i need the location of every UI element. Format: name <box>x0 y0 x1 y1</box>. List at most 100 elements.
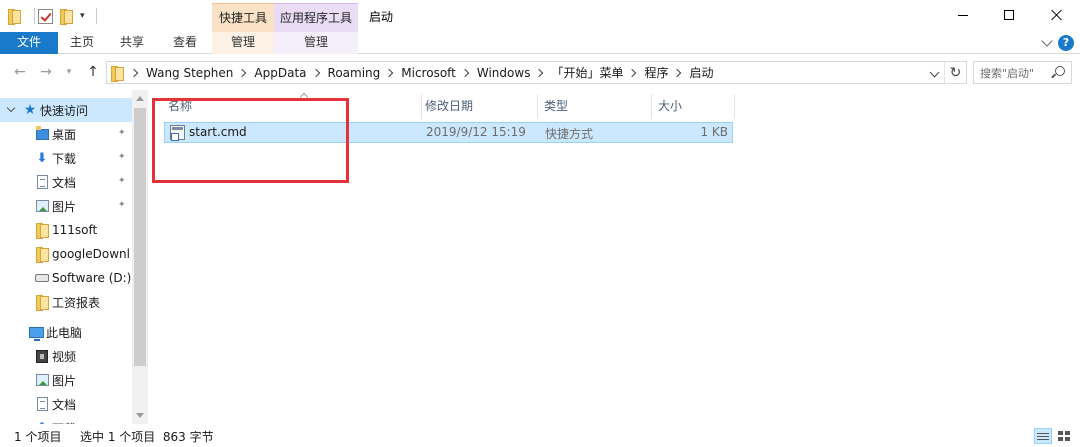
nav-item-videos[interactable]: 视频 <box>0 344 132 368</box>
chevron-right-icon[interactable] <box>460 68 470 77</box>
maximize-icon <box>1004 10 1014 20</box>
address-bar[interactable]: Wang Stephen AppData Roaming Microsoft W… <box>106 61 967 84</box>
close-button[interactable] <box>1034 0 1080 30</box>
nav-item-111soft[interactable]: 111soft <box>0 218 132 242</box>
computer-icon <box>28 324 44 341</box>
chevron-right-icon[interactable] <box>129 68 139 77</box>
chevron-right-icon[interactable] <box>628 68 637 77</box>
column-header-size[interactable]: 大小 <box>652 94 735 119</box>
breadcrumb-item[interactable]: Roaming <box>328 66 381 80</box>
chevron-right-icon[interactable] <box>311 68 320 77</box>
breadcrumb-item[interactable]: AppData <box>254 66 306 80</box>
nav-item-googledownl[interactable]: googleDownl <box>0 242 132 266</box>
chevron-right-icon[interactable] <box>673 68 682 77</box>
arrow-right-icon: → <box>40 64 52 80</box>
refresh-icon: ↻ <box>949 64 962 81</box>
file-list: 名称 修改日期 类型 大小 start.cmd 2019/9/12 15:19 … <box>148 90 1080 424</box>
new-folder-icon[interactable] <box>60 9 73 25</box>
file-size: 1 KB <box>700 125 728 139</box>
breadcrumb-item[interactable]: 「开始」菜单 <box>551 64 623 81</box>
breadcrumb-item[interactable]: Wang Stephen <box>146 66 233 80</box>
tab-share[interactable]: 共享 <box>106 32 158 54</box>
toolbar-divider <box>96 8 97 24</box>
file-modified: 2019/9/12 15:19 <box>426 125 526 139</box>
picture-icon <box>34 372 50 388</box>
nav-item-salary-report[interactable]: 工资报表 <box>0 290 132 314</box>
tab-manage-app[interactable]: 管理 <box>274 32 358 54</box>
address-row: ← → ▾ ↑ Wang Stephen AppData Roaming Mic… <box>0 54 1080 90</box>
folder-icon <box>34 222 50 239</box>
chevron-right-icon[interactable] <box>535 68 544 77</box>
nav-label: 111soft <box>52 223 98 237</box>
scroll-down-icon[interactable] <box>136 413 144 418</box>
tab-home[interactable]: 主页 <box>58 32 106 54</box>
column-header-modified[interactable]: 修改日期 <box>419 94 538 119</box>
nav-label: 文档 <box>52 175 77 190</box>
search-input[interactable]: 搜索"启动" <box>973 61 1072 84</box>
breadcrumb-item[interactable]: Windows <box>477 66 531 80</box>
nav-label: Software (D:) <box>52 271 132 285</box>
properties-check-icon[interactable] <box>38 8 53 24</box>
recent-locations-button[interactable]: ▾ <box>62 63 76 81</box>
download-icon: ⬇ <box>36 150 48 166</box>
selection-info: 选中 1 个项目 863 字节 <box>80 430 214 444</box>
help-icon: ? <box>1058 35 1074 51</box>
column-header-type[interactable]: 类型 <box>538 94 652 119</box>
folder-icon[interactable] <box>8 9 21 25</box>
document-icon <box>34 174 50 190</box>
scrollbar-thumb[interactable] <box>134 108 146 366</box>
folder-icon <box>111 65 124 82</box>
drive-icon <box>34 270 50 286</box>
nav-item-downloads[interactable]: ⬇ 下载 ✦ <box>0 146 132 170</box>
customize-toolbar-dropdown[interactable]: ▾ <box>80 8 85 24</box>
arrow-up-icon: ↑ <box>87 64 99 80</box>
nav-item-desktop[interactable]: 桌面 ✦ <box>0 122 132 146</box>
nav-this-pc[interactable]: 此电脑 <box>0 320 132 344</box>
tab-view[interactable]: 查看 <box>158 32 212 54</box>
scroll-up-icon[interactable] <box>136 96 144 101</box>
breadcrumb-item[interactable]: 启动 <box>689 64 713 81</box>
refresh-button[interactable]: ↻ <box>944 62 966 83</box>
nav-quick-access[interactable]: ★ 快速访问 <box>0 98 132 122</box>
nav-item-pictures[interactable]: 图片 ✦ <box>0 194 132 218</box>
video-icon <box>34 348 50 364</box>
nav-label: 文档 <box>52 397 77 412</box>
minimize-button[interactable] <box>940 0 986 30</box>
nav-item-pc-documents[interactable]: 文档 <box>0 392 132 416</box>
up-button[interactable]: ↑ <box>84 63 102 81</box>
nav-label: 下载 <box>52 151 77 166</box>
nav-label: 快速访问 <box>40 103 89 118</box>
nav-item-software-d[interactable]: Software (D:) <box>0 266 132 290</box>
nav-item-pc-downloads[interactable]: ⬇ 下载 <box>0 416 132 425</box>
large-icons-view-button[interactable] <box>1055 428 1073 444</box>
nav-item-documents[interactable]: 文档 ✦ <box>0 170 132 194</box>
picture-icon <box>34 198 50 214</box>
window-title: 启动 <box>369 10 394 24</box>
maximize-button[interactable] <box>986 0 1032 30</box>
details-view-button[interactable] <box>1034 428 1052 444</box>
desktop-folder-icon <box>34 125 50 142</box>
tab-file[interactable]: 文件 <box>0 32 58 54</box>
address-history-dropdown[interactable] <box>929 67 940 78</box>
forward-button[interactable]: → <box>36 63 56 81</box>
nav-scrollbar[interactable] <box>132 90 148 424</box>
title-bar: ▾ 快捷工具 应用程序工具 启动 <box>0 0 1080 32</box>
search-icon <box>1055 66 1065 76</box>
nav-label: 此电脑 <box>46 325 83 340</box>
back-button[interactable]: ← <box>10 63 30 81</box>
breadcrumb-item[interactable]: 程序 <box>644 64 668 81</box>
expand-ribbon-button[interactable] <box>1041 35 1053 50</box>
breadcrumb-item[interactable]: Microsoft <box>401 66 456 80</box>
tab-manage-shortcut[interactable]: 管理 <box>212 32 274 54</box>
chevron-right-icon[interactable] <box>385 68 394 77</box>
nav-label: 图片 <box>52 373 77 388</box>
search-placeholder: 搜索"启动" <box>980 66 1035 80</box>
nav-label: googleDownl <box>52 247 130 261</box>
help-button[interactable]: ? <box>1058 35 1074 51</box>
chevron-right-icon[interactable] <box>238 68 247 77</box>
chevron-down-icon[interactable] <box>6 103 16 113</box>
contextual-tab-shortcut-tools: 快捷工具 <box>212 3 274 32</box>
nav-item-pc-pictures[interactable]: 图片 <box>0 368 132 392</box>
quick-access-toolbar <box>8 8 35 25</box>
item-count: 1 个项目 <box>14 430 62 444</box>
